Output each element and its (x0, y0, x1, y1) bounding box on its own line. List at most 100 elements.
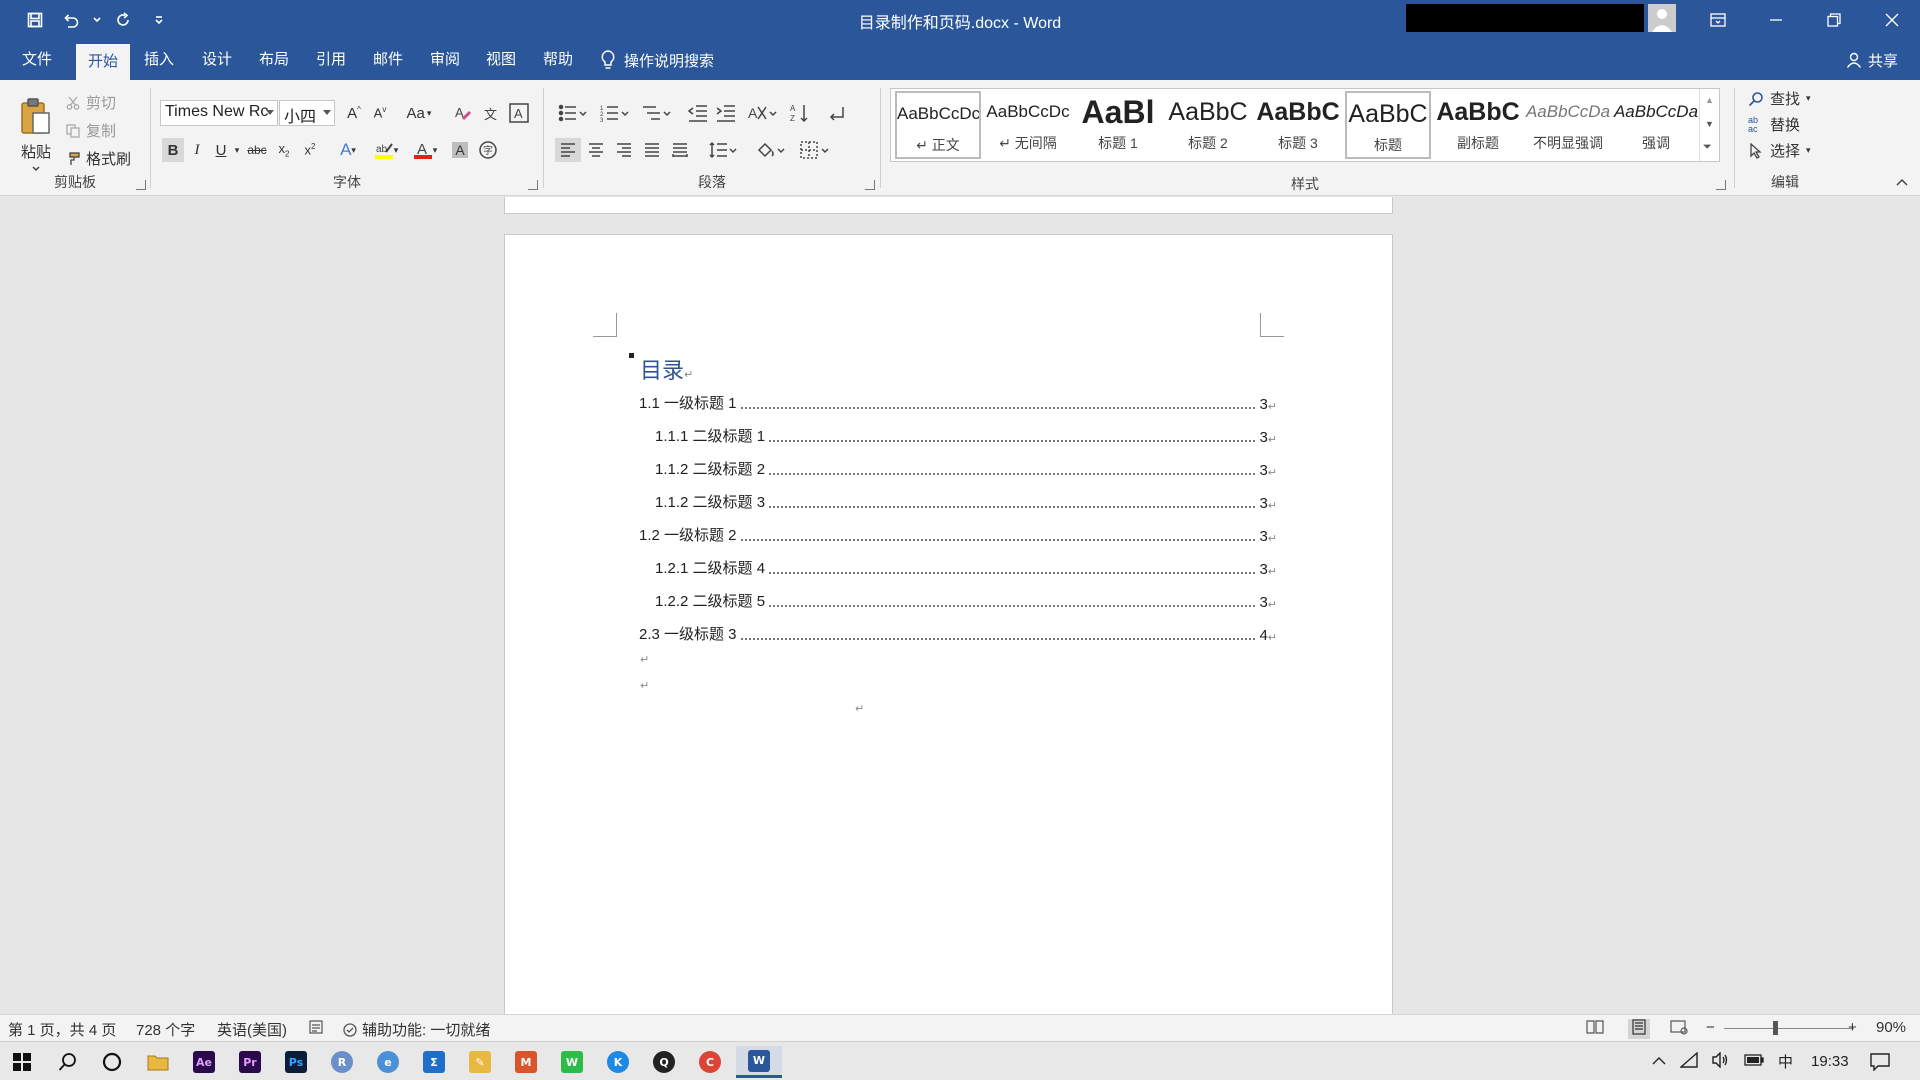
save-button[interactable] (20, 6, 50, 34)
tell-me-search[interactable]: 操作说明搜索 (600, 40, 714, 80)
track-changes-indicator[interactable] (308, 1019, 324, 1039)
style-emphasis[interactable]: AaBbCcDa 强调 (1613, 91, 1699, 159)
collapse-ribbon-button[interactable] (1894, 174, 1910, 190)
volume-button[interactable] (1712, 1050, 1730, 1072)
clear-formatting-button[interactable]: A (450, 100, 476, 126)
superscript-button[interactable]: x2 (298, 138, 322, 162)
find-button[interactable]: 查找 ▾ (1748, 88, 1811, 109)
tab-help[interactable]: 帮助 (533, 40, 583, 80)
styles-gallery-scroll[interactable]: ▲ ▼ ⏷ (1699, 89, 1719, 161)
ime-indicator[interactable]: 中 (1778, 1051, 1793, 1072)
align-center-button[interactable] (583, 138, 609, 162)
taskbar-app-paint[interactable]: ✎ (460, 1046, 500, 1078)
close-button[interactable] (1864, 0, 1920, 40)
tab-insert[interactable]: 插入 (134, 40, 184, 80)
change-case-button[interactable]: Aa ▾ (402, 100, 436, 126)
accessibility-status[interactable]: 辅助功能: 一切就绪 (342, 1019, 490, 1040)
network-button[interactable] (1679, 1050, 1698, 1072)
multilevel-list-button[interactable] (639, 100, 675, 126)
document-area[interactable]: 目录↵ 1.1 一级标题 1 3 ↵ 1.1.1 二级标题 1 3 ↵ 1.1.2 二级… (0, 197, 1920, 1014)
toc-entry[interactable]: 1.2.1 二级标题 4 3 ↵ (655, 556, 1277, 578)
read-mode-button[interactable] (1586, 1019, 1604, 1039)
taskbar-app-word[interactable]: W (736, 1046, 782, 1078)
tab-file[interactable]: 文件 (10, 40, 64, 80)
highlight-color-button[interactable]: ab ▾ (368, 138, 404, 162)
account-name[interactable] (1406, 4, 1644, 32)
redo-button[interactable] (108, 6, 138, 34)
chevron-down-icon[interactable]: ▼ (1705, 119, 1714, 129)
toc-entry[interactable]: 1.1 一级标题 1 3 ↵ (639, 391, 1277, 413)
minimize-button[interactable] (1748, 0, 1804, 40)
strikethrough-button[interactable]: abc (244, 138, 270, 162)
tab-review[interactable]: 审阅 (420, 40, 470, 80)
zoom-level[interactable]: 90% (1876, 1019, 1906, 1036)
undo-button[interactable] (56, 6, 86, 34)
underline-dropdown[interactable]: ▾ (232, 138, 242, 162)
taskbar-app-wechat[interactable]: W (552, 1046, 592, 1078)
language-indicator[interactable]: 英语(美国) (217, 1019, 287, 1040)
tab-references[interactable]: 引用 (306, 40, 356, 80)
shading-button[interactable] (751, 138, 791, 162)
font-color-button[interactable]: A ▾ (408, 138, 442, 162)
file-explorer-button[interactable] (138, 1046, 178, 1078)
style-heading-2[interactable]: AaBbC 标题 2 (1165, 91, 1251, 159)
style-subtitle[interactable]: AaBbC 副标题 (1435, 91, 1521, 159)
zoom-slider-thumb[interactable] (1773, 1021, 1778, 1035)
share-button[interactable]: 共享 (1846, 40, 1898, 80)
zoom-slider-track[interactable] (1724, 1028, 1854, 1029)
replace-button[interactable]: ab ac 替换 (1748, 114, 1800, 135)
tab-view[interactable]: 视图 (476, 40, 526, 80)
character-shading-button[interactable]: A (448, 138, 472, 162)
tab-layout[interactable]: 布局 (249, 40, 299, 80)
style-no-spacing[interactable]: AaBbCcDc ↵ 无间隔 (985, 91, 1071, 159)
toc-entry[interactable]: 1.2 一级标题 2 3 ↵ (639, 523, 1277, 545)
tab-mailings[interactable]: 邮件 (363, 40, 413, 80)
format-painter-button[interactable]: 格式刷 (66, 148, 131, 169)
bullets-button[interactable] (555, 100, 591, 126)
customize-qat-button[interactable] (144, 6, 174, 34)
zoom-out-button[interactable]: − (1706, 1019, 1715, 1036)
start-button[interactable] (2, 1046, 42, 1078)
taskbar-app-chrome[interactable]: C (690, 1046, 730, 1078)
distributed-button[interactable] (667, 138, 693, 162)
paste-button[interactable]: 粘贴 (14, 92, 58, 176)
toc-entry[interactable]: 1.1.2 二级标题 3 3 ↵ (655, 490, 1277, 512)
italic-button[interactable]: I (186, 138, 208, 162)
bold-button[interactable]: B (162, 138, 184, 162)
align-left-button[interactable] (555, 138, 581, 162)
taskbar-app-r[interactable]: R (322, 1046, 362, 1078)
grow-font-button[interactable]: A^ (342, 100, 366, 126)
taskbar-app-browser[interactable]: e (368, 1046, 408, 1078)
previous-page[interactable] (504, 197, 1393, 214)
font-size-combo[interactable]: 小四 (279, 100, 335, 126)
action-center-button[interactable] (1860, 1046, 1900, 1078)
zoom-in-button[interactable]: + (1848, 1019, 1857, 1036)
justify-button[interactable] (639, 138, 665, 162)
subscript-button[interactable]: x2 (272, 138, 296, 162)
decrease-indent-button[interactable] (685, 100, 711, 126)
toc-heading[interactable]: 目录↵ (640, 353, 693, 385)
cut-button[interactable]: 剪切 (66, 92, 116, 113)
tab-design[interactable]: 设计 (192, 40, 242, 80)
chinese-layout-button[interactable]: A (745, 100, 781, 126)
style-title[interactable]: AaBbC 标题 (1345, 91, 1431, 159)
style-heading-1[interactable]: AaBl 标题 1 (1075, 91, 1161, 159)
taskbar-app-sigma[interactable]: Σ (414, 1046, 454, 1078)
clipboard-launcher[interactable] (136, 180, 146, 190)
toc-entry[interactable]: 1.1.1 二级标题 1 3 ↵ (655, 424, 1277, 446)
show-hidden-icons-button[interactable] (1652, 1053, 1666, 1070)
chevron-up-icon[interactable]: ▲ (1705, 95, 1714, 105)
font-launcher[interactable] (528, 180, 538, 190)
avatar[interactable] (1648, 4, 1676, 32)
page-count[interactable]: 第 1 页，共 4 页 (8, 1019, 116, 1040)
copy-button[interactable]: 复制 (66, 120, 116, 141)
borders-button[interactable] (795, 138, 835, 162)
clock[interactable]: 19:33 (1811, 1053, 1849, 1070)
taskbar-app-qq[interactable]: Q (644, 1046, 684, 1078)
underline-button[interactable]: U (210, 138, 232, 162)
taskbar-app-ps[interactable]: Ps (276, 1046, 316, 1078)
taskbar-app-ae[interactable]: Ae (184, 1046, 224, 1078)
search-button[interactable] (48, 1046, 88, 1078)
increase-indent-button[interactable] (713, 100, 739, 126)
enclose-characters-button[interactable]: 字 (476, 138, 500, 162)
